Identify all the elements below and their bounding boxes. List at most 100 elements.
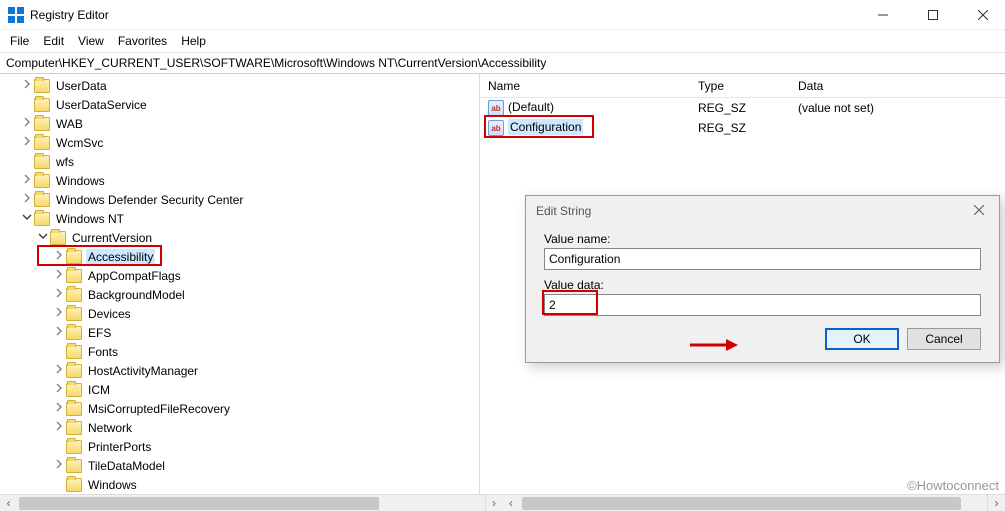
tree-view[interactable]: UserDataUserDataServiceWABWcmSvcwfsWindo… bbox=[0, 74, 480, 494]
tree-item[interactable]: EFS bbox=[0, 323, 479, 342]
tree-item[interactable]: CurrentVersion bbox=[0, 228, 479, 247]
left-scroll-thumb[interactable] bbox=[19, 497, 379, 510]
chevron-right-icon[interactable] bbox=[52, 307, 66, 320]
folder-icon bbox=[34, 212, 50, 226]
value-data-label: Value data: bbox=[544, 278, 981, 292]
chevron-right-icon[interactable] bbox=[20, 174, 34, 187]
tree-item[interactable]: AppCompatFlags bbox=[0, 266, 479, 285]
ok-button[interactable]: OK bbox=[825, 328, 899, 350]
menu-help[interactable]: Help bbox=[181, 34, 206, 48]
chevron-right-icon[interactable] bbox=[20, 136, 34, 149]
string-value-icon: ab bbox=[488, 100, 504, 116]
value-type: REG_SZ bbox=[690, 121, 790, 135]
chevron-right-icon[interactable] bbox=[20, 193, 34, 206]
list-row[interactable]: ab(Default)REG_SZ(value not set) bbox=[480, 98, 1005, 118]
tree-item[interactable]: UserData bbox=[0, 76, 479, 95]
value-name-input[interactable] bbox=[544, 248, 981, 270]
tree-item[interactable]: BackgroundModel bbox=[0, 285, 479, 304]
tree-label: Fonts bbox=[86, 344, 120, 360]
menu-file[interactable]: File bbox=[10, 34, 29, 48]
scroll-right-button-2[interactable]: › bbox=[988, 495, 1005, 511]
folder-icon bbox=[66, 383, 82, 397]
tree-item[interactable]: Windows bbox=[0, 475, 479, 494]
list-row[interactable]: abConfigurationREG_SZ bbox=[480, 118, 1005, 138]
tree-label: WAB bbox=[54, 116, 85, 132]
app-icon bbox=[8, 7, 24, 23]
col-data[interactable]: Data bbox=[790, 79, 1005, 93]
value-data-input[interactable] bbox=[544, 294, 981, 316]
tree-item[interactable]: Accessibility bbox=[0, 247, 479, 266]
tree-item[interactable]: ICM bbox=[0, 380, 479, 399]
cancel-button[interactable]: Cancel bbox=[907, 328, 981, 350]
watermark: ©Howtoconnect bbox=[907, 478, 999, 493]
folder-icon bbox=[66, 440, 82, 454]
tree-item[interactable]: Windows Defender Security Center bbox=[0, 190, 479, 209]
tree-label: AppCompatFlags bbox=[86, 268, 183, 284]
scroll-left-button-2[interactable]: ‹ bbox=[503, 495, 520, 511]
chevron-right-icon[interactable] bbox=[52, 250, 66, 263]
window-titlebar: Registry Editor bbox=[0, 0, 1005, 30]
right-scroll-thumb[interactable] bbox=[522, 497, 961, 510]
tree-item[interactable]: WcmSvc bbox=[0, 133, 479, 152]
string-value-icon: ab bbox=[488, 120, 504, 136]
chevron-right-icon[interactable] bbox=[52, 269, 66, 282]
chevron-down-icon[interactable] bbox=[36, 231, 50, 244]
value-data: (value not set) bbox=[790, 101, 1005, 115]
chevron-right-icon[interactable] bbox=[20, 79, 34, 92]
menu-edit[interactable]: Edit bbox=[43, 34, 64, 48]
scroll-left-button[interactable]: ‹ bbox=[0, 495, 17, 511]
menu-view[interactable]: View bbox=[78, 34, 104, 48]
tree-item[interactable]: Windows bbox=[0, 171, 479, 190]
tree-label: WcmSvc bbox=[54, 135, 105, 151]
tree-label: TileDataModel bbox=[86, 458, 167, 474]
chevron-right-icon[interactable] bbox=[52, 364, 66, 377]
window-close-button[interactable] bbox=[969, 5, 997, 25]
tree-item[interactable]: Network bbox=[0, 418, 479, 437]
tree-item[interactable]: wfs bbox=[0, 152, 479, 171]
tree-item[interactable]: TileDataModel bbox=[0, 456, 479, 475]
window-title: Registry Editor bbox=[30, 8, 109, 22]
tree-label: wfs bbox=[54, 154, 76, 170]
chevron-down-icon[interactable] bbox=[20, 212, 34, 225]
window-maximize-button[interactable] bbox=[919, 5, 947, 25]
folder-icon bbox=[34, 98, 50, 112]
chevron-right-icon[interactable] bbox=[52, 421, 66, 434]
chevron-right-icon[interactable] bbox=[20, 117, 34, 130]
edit-string-dialog: Edit String Value name: Value data: OK C… bbox=[525, 195, 1000, 363]
chevron-right-icon[interactable] bbox=[52, 326, 66, 339]
tree-item[interactable]: Fonts bbox=[0, 342, 479, 361]
chevron-right-icon[interactable] bbox=[52, 459, 66, 472]
tree-item[interactable]: HostActivityManager bbox=[0, 361, 479, 380]
scroll-right-button[interactable]: › bbox=[486, 495, 503, 511]
menu-bar: File Edit View Favorites Help bbox=[0, 30, 1005, 52]
window-minimize-button[interactable] bbox=[869, 5, 897, 25]
chevron-right-icon[interactable] bbox=[52, 402, 66, 415]
tree-item[interactable]: WAB bbox=[0, 114, 479, 133]
folder-icon bbox=[66, 402, 82, 416]
tree-item[interactable]: Windows NT bbox=[0, 209, 479, 228]
value-name-label: Value name: bbox=[544, 232, 981, 246]
tree-label: ICM bbox=[86, 382, 112, 398]
tree-label: Windows bbox=[86, 477, 139, 493]
tree-label: UserDataService bbox=[54, 97, 149, 113]
folder-icon bbox=[66, 250, 82, 264]
tree-label: Network bbox=[86, 420, 134, 436]
tree-item[interactable]: UserDataService bbox=[0, 95, 479, 114]
folder-icon bbox=[66, 364, 82, 378]
value-name: ab(Default) bbox=[480, 100, 690, 117]
menu-favorites[interactable]: Favorites bbox=[118, 34, 167, 48]
tree-item[interactable]: PrinterPorts bbox=[0, 437, 479, 456]
tree-item[interactable]: MsiCorruptedFileRecovery bbox=[0, 399, 479, 418]
folder-icon bbox=[66, 459, 82, 473]
tree-label: BackgroundModel bbox=[86, 287, 187, 303]
chevron-right-icon[interactable] bbox=[52, 288, 66, 301]
folder-icon bbox=[34, 117, 50, 131]
col-type[interactable]: Type bbox=[690, 79, 790, 93]
list-header: Name Type Data bbox=[480, 74, 1005, 98]
dialog-close-button[interactable] bbox=[969, 204, 989, 218]
address-bar[interactable]: Computer\HKEY_CURRENT_USER\SOFTWARE\Micr… bbox=[0, 52, 1005, 74]
folder-icon bbox=[66, 478, 82, 492]
chevron-right-icon[interactable] bbox=[52, 383, 66, 396]
col-name[interactable]: Name bbox=[480, 79, 690, 93]
tree-item[interactable]: Devices bbox=[0, 304, 479, 323]
